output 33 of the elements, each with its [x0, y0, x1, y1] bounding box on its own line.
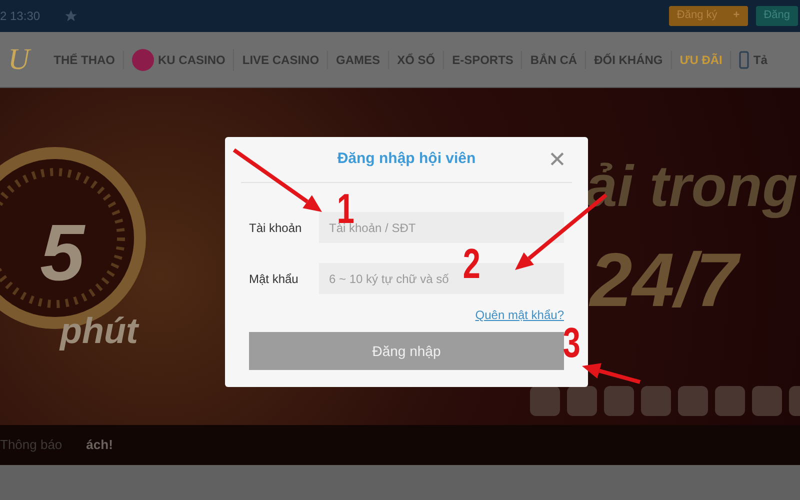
- game-thumbnail[interactable]: [641, 386, 671, 416]
- casino-badge-icon: [132, 48, 154, 70]
- annotation-number: 3: [562, 322, 580, 364]
- banner-text: phút: [60, 313, 138, 349]
- game-thumbnail[interactable]: [678, 386, 708, 416]
- nav-link[interactable]: E-SPORTS: [444, 50, 522, 68]
- star-icon[interactable]: [64, 9, 78, 23]
- nav-link[interactable]: LIVE CASINO: [234, 50, 328, 68]
- field-label: Tài khoản: [249, 220, 303, 236]
- game-thumbnail[interactable]: [604, 386, 634, 416]
- field-label: Mật khẩu: [249, 270, 300, 288]
- phone-icon: [739, 50, 750, 68]
- game-thumbnail[interactable]: [752, 386, 782, 416]
- nav-link[interactable]: GAMES: [328, 50, 390, 68]
- nav-link[interactable]: XỔ SỐ: [389, 50, 444, 68]
- game-thumbnail[interactable]: [567, 386, 597, 416]
- banner-number: 5: [40, 213, 84, 293]
- forgot-password-link[interactable]: Quên mật khẩu?: [475, 306, 564, 324]
- close-button[interactable]: ✕: [548, 149, 566, 171]
- annotation-arrow: [582, 363, 641, 384]
- nav-link[interactable]: Tả: [731, 50, 776, 68]
- dialog-title: Đăng nhập hội viên: [337, 149, 476, 170]
- nav-link[interactable]: KU CASINO: [124, 48, 234, 70]
- login-submit-button[interactable]: Đăng nhập: [249, 332, 564, 370]
- nav-link[interactable]: ƯU ĐÃI: [672, 50, 732, 68]
- game-thumbnail[interactable]: [715, 386, 745, 416]
- nav-link[interactable]: ĐỐI KHÁNG: [586, 50, 672, 68]
- nav-link[interactable]: THỂ THAO: [46, 50, 124, 68]
- notice-text: ách!: [86, 436, 113, 454]
- clock-time: 2 13:30: [0, 8, 40, 25]
- logo[interactable]: U: [8, 37, 30, 82]
- nav-link[interactable]: BẮN CÁ: [522, 50, 586, 68]
- game-thumbnail[interactable]: [530, 386, 560, 416]
